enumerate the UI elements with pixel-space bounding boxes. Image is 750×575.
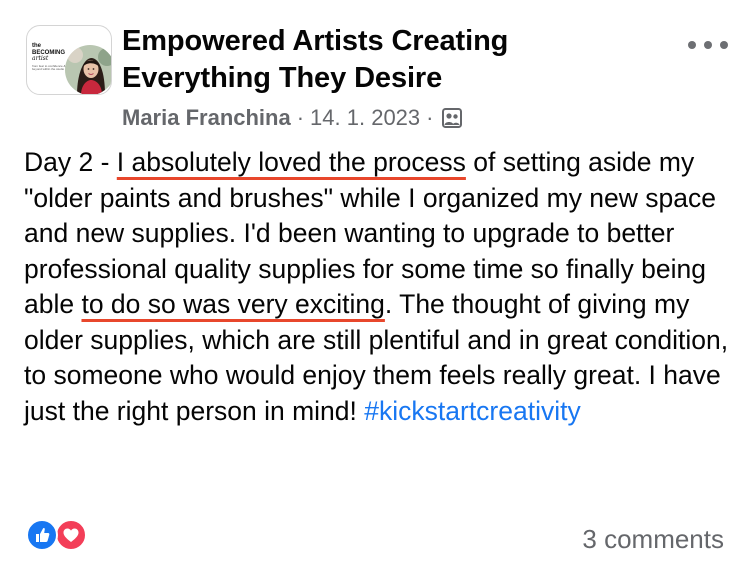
reactions-summary[interactable] <box>26 518 90 551</box>
post-text-segment: Day 2 - <box>24 147 117 177</box>
post-meta: Maria Franchina · 14. 1. 2023 · <box>122 104 463 132</box>
comments-count-link[interactable]: 3 comments <box>582 524 724 555</box>
more-dot <box>704 41 712 49</box>
group-name-link[interactable]: Empowered Artists Creating Everything Th… <box>122 23 582 97</box>
meta-separator: · <box>296 105 305 130</box>
more-dot <box>688 41 696 49</box>
group-members-icon <box>441 107 463 129</box>
brand-tagline: from fear to confidence & beyond within … <box>32 63 66 71</box>
highlighted-phrase: I absolutely loved the process <box>116 147 466 177</box>
group-avatar-photo <box>65 45 111 94</box>
more-dot <box>720 41 728 49</box>
more-options-icon[interactable] <box>688 38 728 52</box>
group-thumbnail-brand: the BECOMING artist from fear to confide… <box>32 43 66 72</box>
highlighted-phrase: to do so was very exciting <box>81 289 385 319</box>
like-reaction-icon <box>26 519 58 551</box>
brand-line-1: the <box>32 43 41 49</box>
group-thumbnail[interactable]: the BECOMING artist from fear to confide… <box>26 25 112 95</box>
hashtag-link[interactable]: #kickstartcreativity <box>364 396 580 426</box>
brand-line-3: artist <box>32 55 49 62</box>
meta-separator: · <box>426 105 434 130</box>
author-name-link[interactable]: Maria Franchina <box>122 105 291 131</box>
post-body: Day 2 - I absolutely loved the process o… <box>24 145 729 429</box>
post-card: the BECOMING artist from fear to confide… <box>0 0 750 575</box>
post-date-link[interactable]: 14. 1. 2023 <box>310 105 420 131</box>
love-reaction-icon <box>55 519 87 551</box>
